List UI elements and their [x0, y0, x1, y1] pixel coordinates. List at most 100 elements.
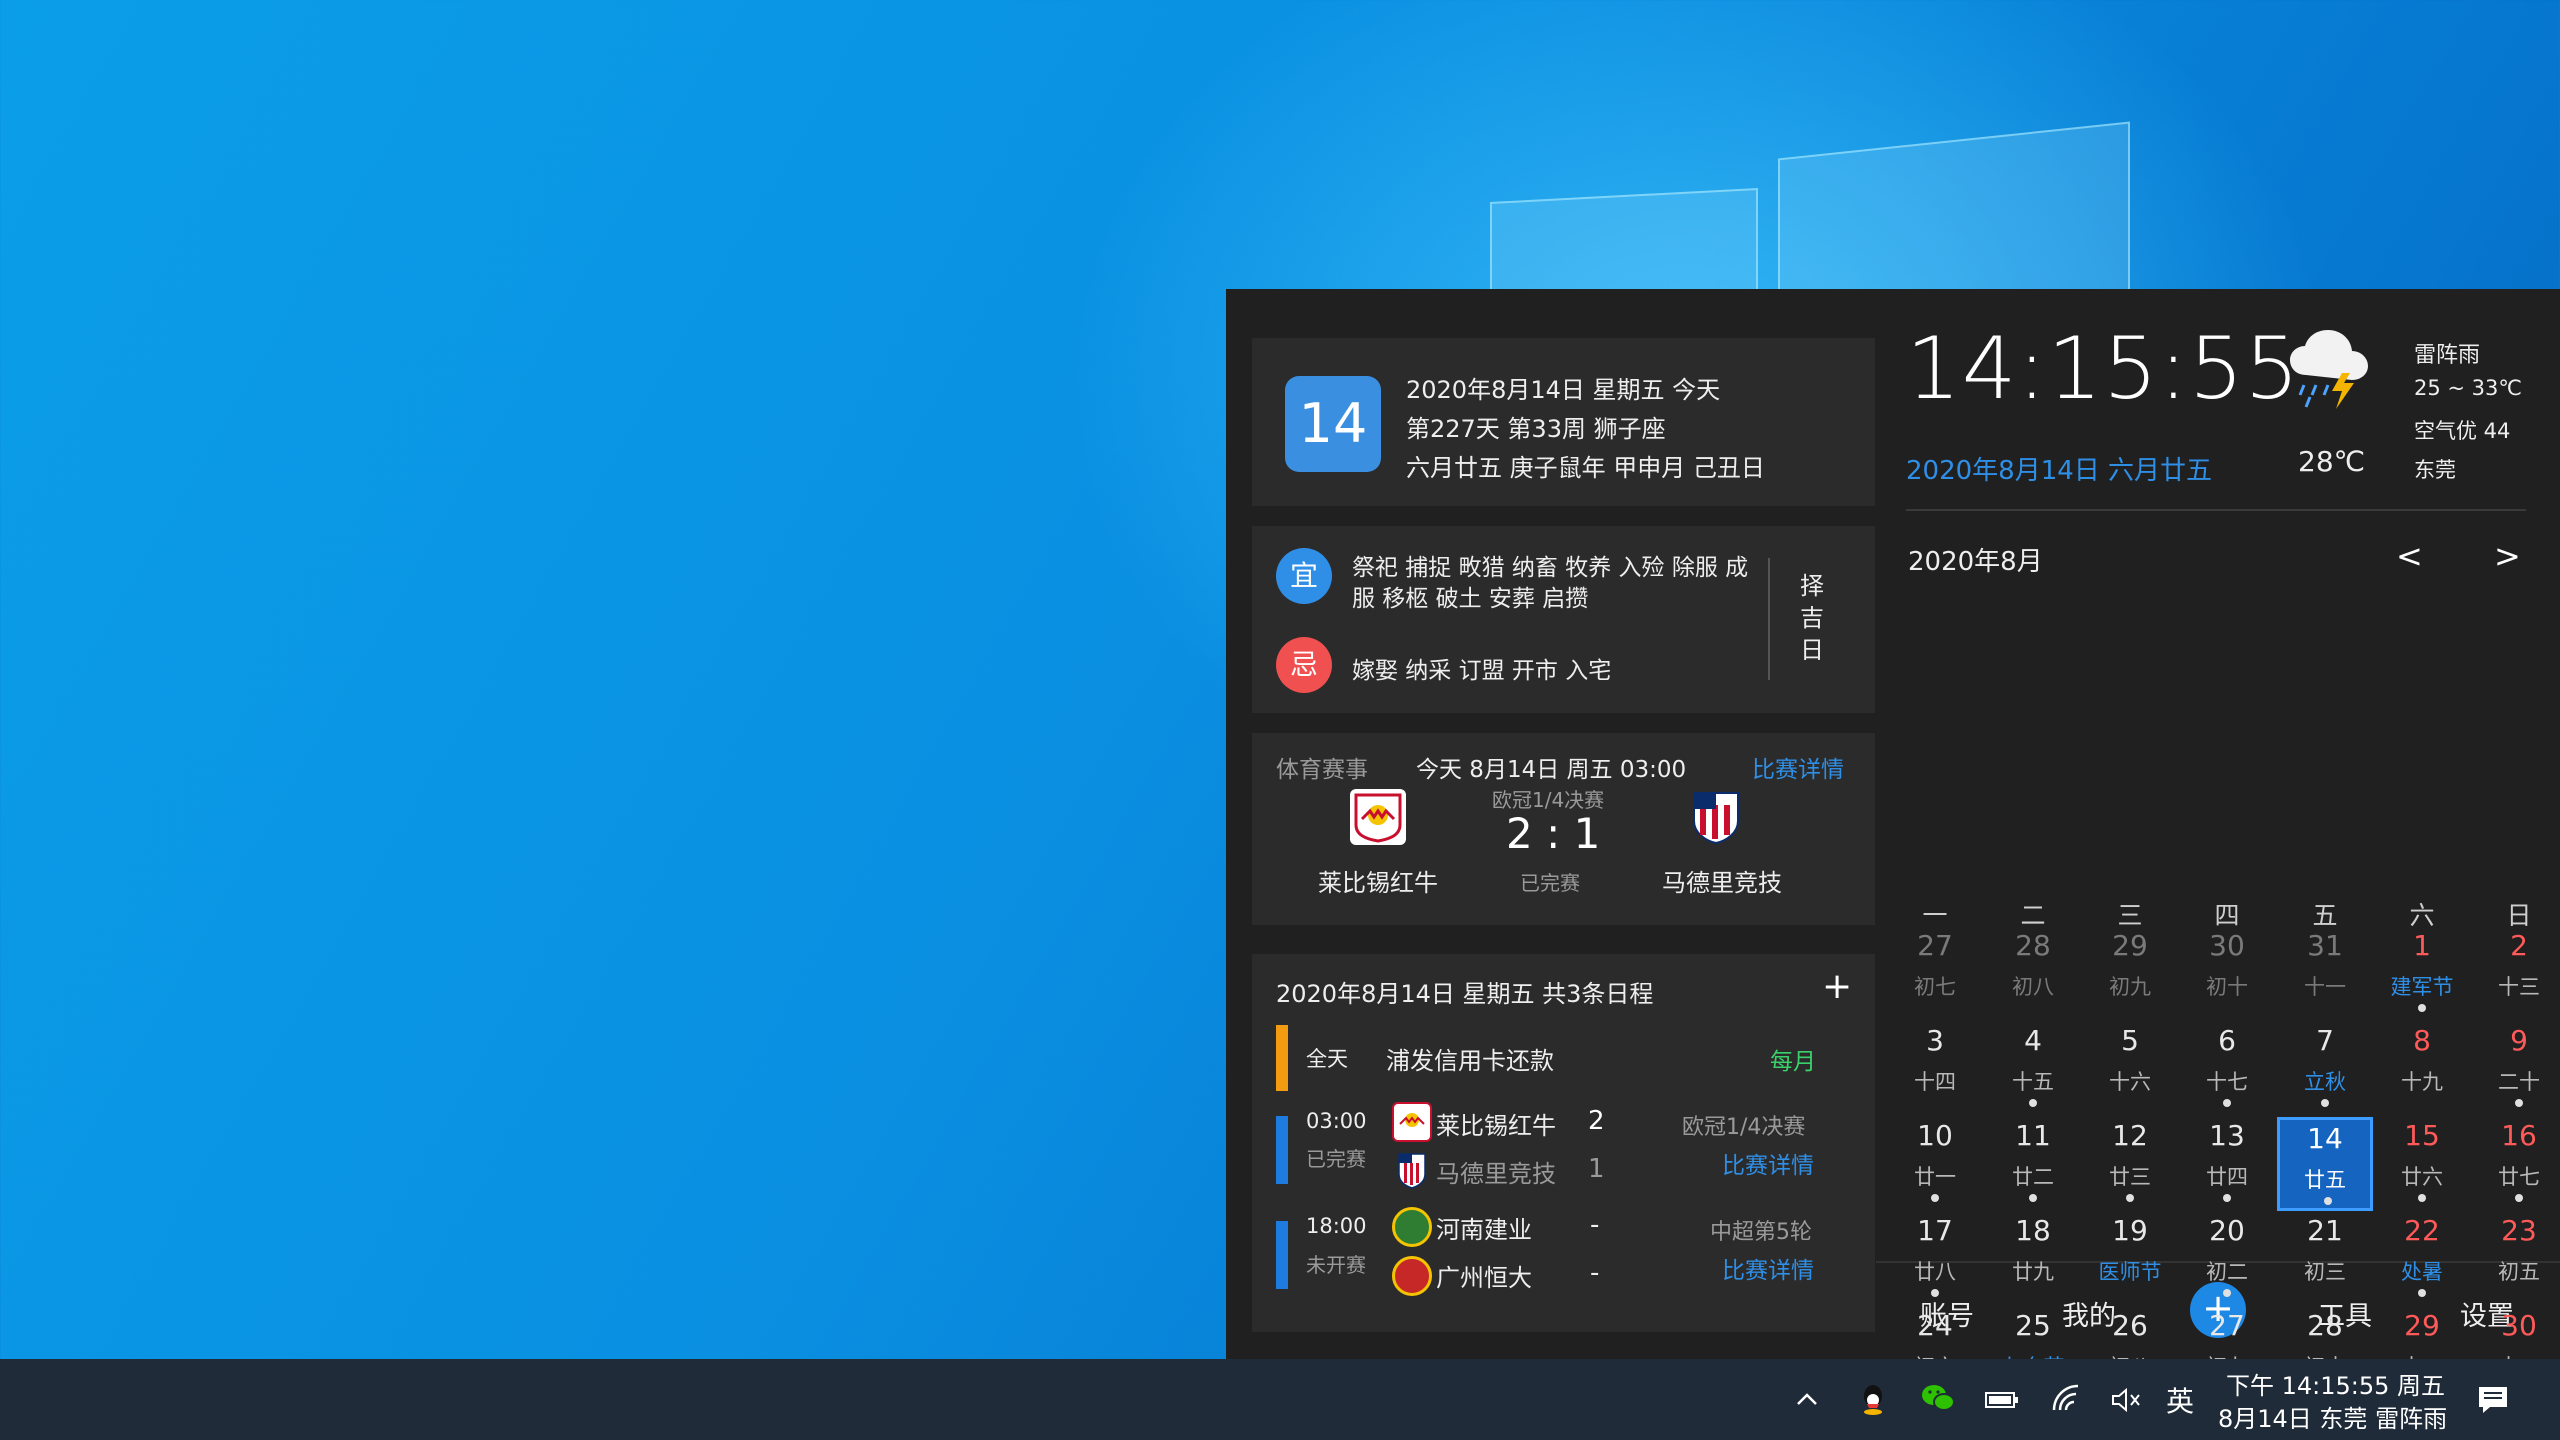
- day-number: 2: [2510, 929, 2528, 962]
- lunar-label: 初十: [2206, 975, 2248, 999]
- good-activities-2: 服 移柩 破土 安葬 启攒: [1352, 586, 1589, 612]
- prev-month-button[interactable]: <: [2396, 537, 2423, 575]
- lunar-label: 初三: [2304, 1260, 2346, 1284]
- home-team: 莱比锡红牛: [1318, 869, 1438, 897]
- match1-score1: 2: [1588, 1106, 1605, 1136]
- calendar-day[interactable]: 10 廿一: [1887, 1117, 1983, 1211]
- volume-muted-icon[interactable]: [2110, 1386, 2142, 1422]
- day-number: 20: [2209, 1214, 2245, 1247]
- calendar-day[interactable]: 9 二十: [2471, 1022, 2560, 1116]
- match1-details-link[interactable]: 比赛详情: [1722, 1146, 1814, 1180]
- side-char-2: 吉: [1800, 604, 1824, 632]
- date-line-2: 第227天 第33周 狮子座: [1406, 415, 1666, 443]
- calendar-day[interactable]: 1 建军节: [2374, 927, 2470, 1021]
- match1-team2: 马德里竞技: [1436, 1160, 1556, 1188]
- match2-details-link[interactable]: 比赛详情: [1722, 1251, 1814, 1285]
- event-dot: [2321, 1099, 2329, 1107]
- temp-range: 25 ~ 33℃: [2414, 376, 2522, 400]
- calendar-day[interactable]: 31 十一: [2277, 927, 2373, 1021]
- calendar-day[interactable]: 3 十四: [1887, 1022, 1983, 1116]
- current-temp: 28℃: [2298, 445, 2366, 478]
- lunar-label: 建军节: [2390, 975, 2454, 999]
- day-number: 23: [2501, 1214, 2537, 1247]
- calendar-day[interactable]: 15 廿六: [2374, 1117, 2470, 1211]
- notification-icon[interactable]: [2476, 1384, 2510, 1424]
- add-schedule-button[interactable]: +: [1822, 966, 1852, 1007]
- match2-team1: 河南建业: [1436, 1216, 1532, 1244]
- day-number: 6: [2218, 1024, 2236, 1057]
- chevron-up-icon[interactable]: [1792, 1384, 1822, 1422]
- match2-bar: [1276, 1221, 1288, 1289]
- calendar-day[interactable]: 17 廿八: [1887, 1212, 1983, 1306]
- calendar-flyout: 14 2020年8月14日 星期五 今天 第227天 第33周 狮子座 六月廿五…: [1226, 289, 2560, 1437]
- clock-time: 14:15:55: [1906, 319, 2301, 419]
- day-number: 28: [2307, 1309, 2343, 1342]
- calendar-day[interactable]: 23 初五: [2471, 1212, 2560, 1306]
- henan-crest-icon: [1392, 1207, 1432, 1247]
- qq-icon[interactable]: [1858, 1382, 1888, 1424]
- away-team: 马德里竞技: [1662, 869, 1782, 897]
- lunar-label: 处暑: [2401, 1260, 2443, 1284]
- day-number: 30: [2209, 929, 2245, 962]
- lunar-label: 十四: [1914, 1070, 1956, 1094]
- calendar-day[interactable]: 13 廿四: [2179, 1117, 2275, 1211]
- day-number: 12: [2112, 1119, 2148, 1152]
- calendar-day[interactable]: 7 立秋: [2277, 1022, 2373, 1116]
- calendar-day[interactable]: 20 初二: [2179, 1212, 2275, 1306]
- ime-indicator[interactable]: 英: [2166, 1380, 2194, 1420]
- calendar-day[interactable]: 27 初七: [1887, 927, 1983, 1021]
- lunar-label: 初九: [2109, 975, 2151, 999]
- lunar-label: 廿三: [2109, 1165, 2151, 1189]
- calendar-day[interactable]: 30 初十: [2179, 927, 2275, 1021]
- day-number: 9: [2510, 1024, 2528, 1057]
- event-dot: [2223, 1194, 2231, 1202]
- calendar-day[interactable]: 14 廿五: [2277, 1117, 2373, 1211]
- calendar-day[interactable]: 29 初九: [2082, 927, 2178, 1021]
- day-number: 16: [2501, 1119, 2537, 1152]
- taskbar-clock-line2[interactable]: 8月14日 东莞 雷阵雨: [2218, 1399, 2447, 1434]
- day-number: 24: [1917, 1309, 1953, 1342]
- lunar-label: 廿九: [2012, 1260, 2054, 1284]
- calendar-day[interactable]: 6 十七: [2179, 1022, 2275, 1116]
- day-number: 15: [2404, 1119, 2440, 1152]
- event-dot: [2418, 1004, 2426, 1012]
- calendar-day[interactable]: 28 初八: [1985, 927, 2081, 1021]
- day-number: 27: [2209, 1309, 2245, 1342]
- bad-badge: 忌: [1276, 637, 1332, 693]
- lunar-label: 初七: [1914, 975, 1956, 999]
- calendar-day[interactable]: 16 廿七: [2471, 1117, 2560, 1211]
- taskbar-clock-line1[interactable]: 下午 14:15:55 周五: [2226, 1366, 2445, 1401]
- lunar-label: 廿八: [1914, 1260, 1956, 1284]
- calendar-day[interactable]: 2 十三: [2471, 927, 2560, 1021]
- day-number: 28: [2015, 929, 2051, 962]
- wechat-icon[interactable]: [1920, 1382, 1956, 1422]
- calendar-day[interactable]: 8 十九: [2374, 1022, 2470, 1116]
- thunderstorm-cloud-icon: [2284, 329, 2384, 413]
- match2-team2: 广州恒大: [1436, 1264, 1532, 1292]
- calendar-day[interactable]: 5 十六: [2082, 1022, 2178, 1116]
- match2-stage: 中超第5轮: [1710, 1220, 1812, 1245]
- lunar-label: 廿一: [1914, 1165, 1956, 1189]
- day-number: 8: [2413, 1024, 2431, 1057]
- lunar-label: 二十: [2498, 1070, 2540, 1094]
- sports-details-link[interactable]: 比赛详情: [1752, 750, 1844, 784]
- day-number: 18: [2015, 1214, 2051, 1247]
- calendar-day[interactable]: 21 初三: [2277, 1212, 2373, 1306]
- auspicious-day-button[interactable]: 择 吉 日: [1796, 570, 1828, 666]
- allday-time: 全天: [1306, 1047, 1348, 1071]
- calendar-day[interactable]: 22 处暑: [2374, 1212, 2470, 1306]
- day-number: 3: [1926, 1024, 1944, 1057]
- event-dot: [1931, 1194, 1939, 1202]
- calendar-day[interactable]: 19 医师节: [2082, 1212, 2178, 1306]
- lunar-label: 廿二: [2012, 1165, 2054, 1189]
- wifi-icon[interactable]: [2050, 1384, 2082, 1422]
- battery-icon[interactable]: [1984, 1386, 2020, 1421]
- lunar-label: 初八: [2012, 975, 2054, 999]
- calendar-day[interactable]: 11 廿二: [1985, 1117, 2081, 1211]
- calendar-day[interactable]: 18 廿九: [1985, 1212, 2081, 1306]
- calendar-day[interactable]: 4 十五: [1985, 1022, 2081, 1116]
- atletico-crest-icon: [1688, 787, 1744, 847]
- next-month-button[interactable]: >: [2494, 537, 2521, 575]
- calendar-day[interactable]: 12 廿三: [2082, 1117, 2178, 1211]
- match-status: 已完赛: [1520, 871, 1580, 895]
